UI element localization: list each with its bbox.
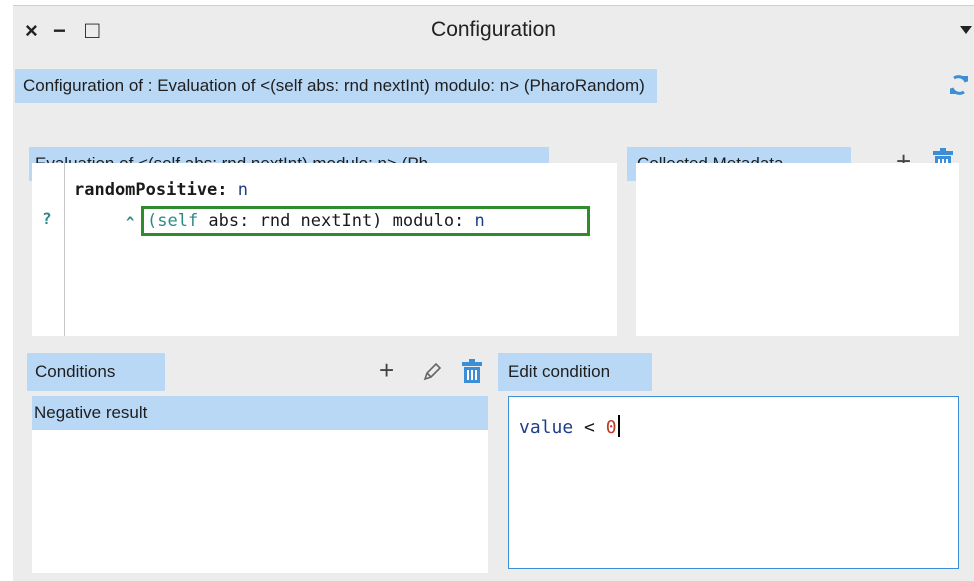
edit-condition-tab[interactable]: Edit condition [498,353,652,391]
condition-variable: value [519,417,574,438]
trash-icon[interactable] [462,359,482,383]
edit-pencil-icon[interactable] [422,362,442,382]
expression-self: (self [147,211,199,231]
method-signature: randomPositive: n [74,180,248,200]
code-gutter: ? [32,163,65,336]
metadata-panel[interactable] [636,163,959,336]
configuration-window: × − □ Configuration Configuration of : E… [13,5,974,581]
window-title: Configuration [431,18,556,41]
window-menu-icon[interactable] [960,26,972,34]
method-selector: randomPositive: [74,180,228,200]
conditions-list[interactable]: Negative result [32,396,488,573]
configuration-header-tab[interactable]: Configuration of : Evaluation of <(self … [15,69,657,103]
condition-code: value < 0 [519,415,620,438]
text-caret [617,415,620,437]
list-item[interactable]: Negative result [32,396,488,430]
add-condition-icon[interactable]: + [379,357,394,383]
method-argument: n [237,180,249,200]
refresh-icon[interactable] [948,74,970,96]
conditions-tab[interactable]: Conditions [27,353,165,391]
source-code-panel[interactable]: ? randomPositive: n ^ (self abs: rnd nex… [32,163,617,336]
condition-number: 0 [605,417,617,438]
gutter-marker: ? [42,209,52,228]
expression-argument: n [474,211,485,231]
condition-operator: < [573,417,606,438]
expression-body: abs: rnd nextInt) modulo: [198,211,475,231]
condition-editor[interactable]: value < 0 [508,396,959,569]
highlighted-expression[interactable]: (self abs: rnd nextInt) modulo: n [141,206,590,236]
return-caret: ^ [126,215,135,231]
title-bar: × − □ Configuration [13,6,974,58]
